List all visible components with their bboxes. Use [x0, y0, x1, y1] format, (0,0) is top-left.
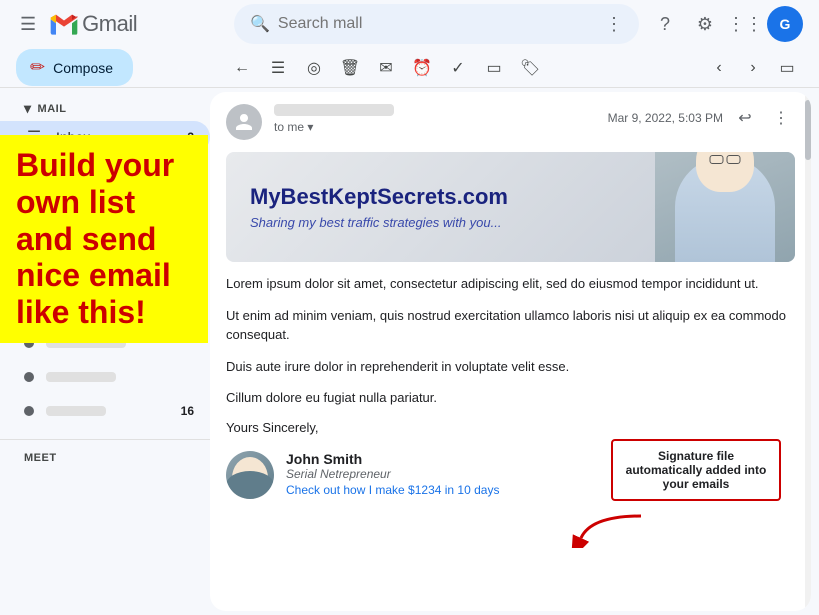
dot-icon-3: [24, 406, 34, 416]
spam-icon: ◎: [307, 58, 321, 78]
banner-person-image: [655, 152, 795, 262]
chevron-right-icon: ›: [750, 59, 755, 77]
mark-read-button[interactable]: ✉: [370, 52, 402, 84]
compose-area: ✏ Compose: [16, 49, 226, 86]
move-to-button[interactable]: ▭: [478, 52, 510, 84]
back-icon: ←: [234, 59, 250, 77]
header-right: ? ⚙ ⋮⋮ G: [647, 6, 803, 42]
email-banner: MyBestKeptSecrets.com Sharing my best tr…: [226, 152, 795, 262]
header-left: ☰ Gmail: [16, 8, 226, 40]
sender-name: [274, 104, 394, 116]
settings-icon: ⚙: [697, 14, 713, 35]
to-me-label[interactable]: to me ▾: [274, 120, 596, 134]
more-options-button[interactable]: ⋮: [767, 104, 795, 132]
help-icon: ?: [660, 14, 670, 35]
help-button[interactable]: ?: [647, 6, 683, 42]
gmail-label: Gmail: [82, 11, 137, 37]
apps-button[interactable]: ⋮⋮: [727, 6, 763, 42]
reply-button[interactable]: ↩: [731, 104, 759, 132]
settings-button[interactable]: ⚙: [687, 6, 723, 42]
search-icon: 🔍: [250, 14, 270, 34]
email-meta: to me ▾: [274, 104, 596, 134]
sidebar-dot-3[interactable]: 16: [0, 395, 210, 427]
mail-arrow-icon: ▾: [24, 100, 32, 117]
email-scrollbar[interactable]: [805, 92, 811, 611]
chevron-left-icon: ‹: [716, 59, 721, 77]
signature-callout: Signature file automatically added into …: [611, 439, 781, 501]
compose-icon: ✏: [30, 57, 45, 78]
signature-avatar: [226, 451, 274, 499]
banner-subtitle: Sharing my best traffic strategies with …: [250, 215, 631, 230]
glass-right: [727, 155, 741, 164]
sender-avatar: [226, 104, 262, 140]
toolbar: ✏ Compose ← ☰ ◎ 🗑 ✉ ⏰ ✓ ▭ 🏷 ‹ › ▭: [0, 48, 819, 88]
delete-icon: 🗑: [340, 58, 360, 78]
sidebar-dot-2[interactable]: [0, 361, 210, 393]
email-body: Lorem ipsum dolor sit amet, consectetur …: [210, 274, 811, 408]
banner-text: MyBestKeptSecrets.com Sharing my best tr…: [226, 168, 655, 245]
email-paragraph-3: Duis aute irure dolor in reprehenderit i…: [226, 357, 795, 377]
dot-label-3: [46, 406, 106, 416]
view-icon: ▭: [779, 58, 794, 78]
gmail-logo: Gmail: [48, 8, 137, 40]
header: ☰ Gmail 🔍 ⋮ ? ⚙ ⋮⋮ G: [0, 0, 819, 48]
email-date-actions: Mar 9, 2022, 5:03 PM ↩ ⋮: [608, 104, 795, 132]
email-content-area: to me ▾ Mar 9, 2022, 5:03 PM ↩ ⋮ MyBestK…: [210, 92, 811, 611]
prev-email-button[interactable]: ‹: [703, 52, 735, 84]
search-input[interactable]: [278, 15, 597, 33]
back-button[interactable]: ←: [226, 52, 258, 84]
avatar[interactable]: G: [767, 6, 803, 42]
dot-icon-2: [24, 372, 34, 382]
report-spam-button[interactable]: ◎: [298, 52, 330, 84]
search-filter-icon[interactable]: ⋮: [605, 14, 623, 35]
banner-title: MyBestKeptSecrets.com: [250, 184, 631, 210]
email-toolbar: ← ☰ ◎ 🗑 ✉ ⏰ ✓ ▭ 🏷 ‹ › ▭: [226, 52, 803, 84]
dot-badge-3: 16: [181, 404, 194, 418]
snooze-button[interactable]: ⏰: [406, 52, 438, 84]
compose-label: Compose: [53, 60, 113, 76]
label-button[interactable]: 🏷: [514, 52, 546, 84]
email-header: to me ▾ Mar 9, 2022, 5:03 PM ↩ ⋮: [210, 92, 811, 148]
email-paragraph-4: Cillum dolore eu fugiat nulla pariatur.: [226, 388, 795, 408]
sidebar-divider: [0, 439, 210, 440]
hamburger-icon[interactable]: ☰: [16, 10, 40, 39]
reply-icon: ↩: [738, 108, 751, 128]
meet-section-label: Meet: [0, 444, 210, 468]
task-icon: ✓: [451, 58, 464, 78]
search-bar[interactable]: 🔍 ⋮: [234, 4, 639, 44]
mail-label: Mail: [38, 103, 67, 115]
red-arrow-icon: [571, 508, 651, 553]
person-glasses: [710, 155, 741, 164]
email-date: Mar 9, 2022, 5:03 PM: [608, 111, 723, 125]
scrollbar-thumb[interactable]: [805, 100, 811, 160]
snooze-icon: ⏰: [412, 58, 432, 78]
mail-section-label: ▾ Mail: [0, 92, 210, 121]
archive-button[interactable]: ☰: [262, 52, 294, 84]
glass-left: [710, 155, 724, 164]
dot-label-2: [46, 372, 116, 382]
delete-button[interactable]: 🗑: [334, 52, 366, 84]
overlay-text: Build your own list and send nice email …: [16, 147, 192, 331]
yours-sincerely: Yours Sincerely,: [210, 420, 811, 435]
main-layout: ▾ Mail ☰ Inbox 3 ⏰ ◁ 21: [0, 88, 819, 615]
email-paragraph-1: Lorem ipsum dolor sit amet, consectetur …: [226, 274, 795, 294]
email-navigation: ‹ › ▭: [703, 52, 803, 84]
next-email-button[interactable]: ›: [737, 52, 769, 84]
yellow-overlay: Build your own list and send nice email …: [0, 135, 208, 343]
mark-read-icon: ✉: [379, 58, 392, 78]
signature-link[interactable]: Check out how I make $1234 in 10 days: [286, 483, 499, 497]
email-paragraph-2: Ut enim ad minim veniam, quis nostrud ex…: [226, 306, 795, 345]
meet-label: Meet: [24, 452, 57, 464]
archive-icon: ☰: [271, 58, 285, 78]
move-icon: ▭: [486, 58, 501, 78]
label-icon: 🏷: [520, 58, 540, 78]
more-icon: ⋮: [773, 108, 789, 128]
apps-icon: ⋮⋮: [727, 14, 763, 35]
compose-button[interactable]: ✏ Compose: [16, 49, 133, 86]
signature-avatar-inner: [226, 451, 274, 499]
sig-body: [226, 471, 274, 499]
view-toggle-button[interactable]: ▭: [771, 52, 803, 84]
add-task-button[interactable]: ✓: [442, 52, 474, 84]
gmail-m-icon: [48, 8, 80, 40]
